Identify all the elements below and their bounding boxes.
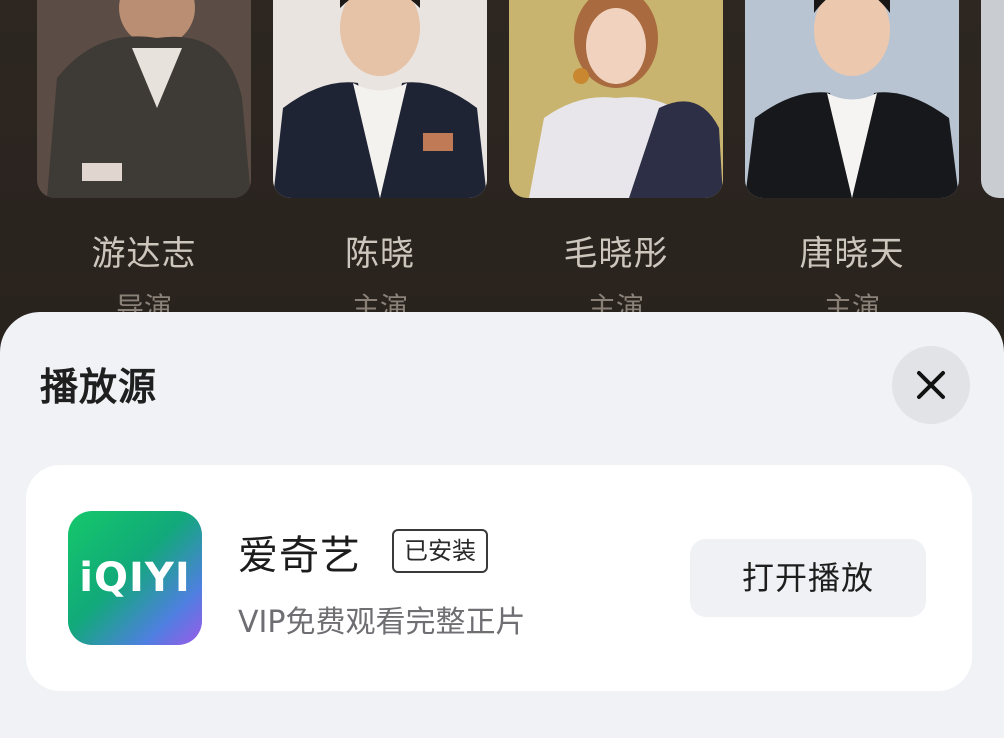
open-play-button[interactable]: 打开播放 (690, 539, 926, 617)
installed-badge: 已安装 (392, 529, 488, 573)
app-name: 爱奇艺 (238, 533, 361, 579)
logo-text: iQIYI (79, 555, 191, 601)
cast-photo (745, 0, 959, 198)
cast-photo (509, 0, 723, 198)
app-description: VIP免费观看完整正片 (238, 605, 526, 640)
cast-name: 陈晓 (345, 234, 415, 274)
cast-list: 游达志 导演 陈晓 主演 毛晓彤 主演 唐晓天 主演 (0, 0, 1004, 330)
screen: 游达志 导演 陈晓 主演 毛晓彤 主演 唐晓天 主演 播放源 iQIYI 爱奇艺… (0, 0, 1004, 738)
cast-name: 毛晓彤 (563, 234, 669, 274)
cast-photo (273, 0, 487, 198)
sheet-title: 播放源 (40, 365, 158, 409)
cast-photo (37, 0, 251, 198)
close-icon (917, 371, 945, 399)
iqiyi-logo-icon: iQIYI (68, 511, 202, 645)
play-source-sheet: 播放源 iQIYI 爱奇艺 已安装 VIP免费观看完整正片 打开播放 (0, 312, 1004, 738)
cast-photo (981, 0, 1004, 198)
cast-name: 游达志 (91, 234, 197, 274)
close-button[interactable] (892, 346, 970, 424)
source-card[interactable]: iQIYI 爱奇艺 已安装 VIP免费观看完整正片 打开播放 (26, 465, 972, 691)
cast-name: 唐晓天 (799, 234, 905, 274)
